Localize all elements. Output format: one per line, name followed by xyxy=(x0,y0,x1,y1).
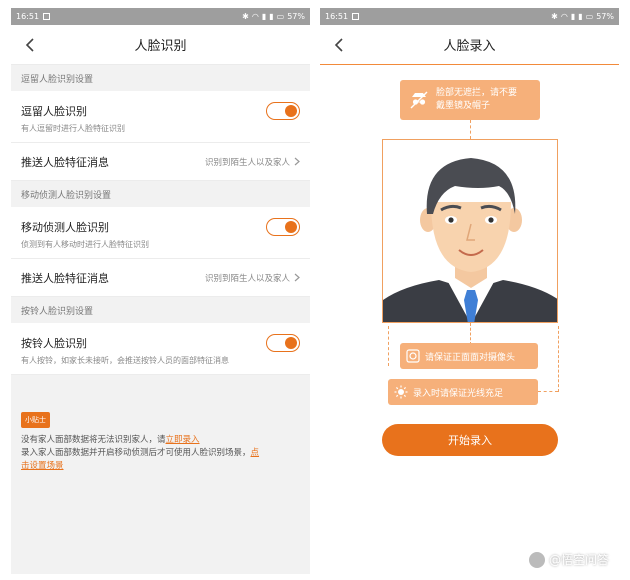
motion-face-recognition-row: 移动侦测人脸识别 侦测到有人移动时进行人脸特征识别 xyxy=(11,207,310,259)
signal-icon: ▮ xyxy=(570,12,576,21)
hint-lighting: 录入时请保证光线充足 xyxy=(388,379,538,405)
back-button[interactable] xyxy=(19,34,41,56)
watermark-logo-icon xyxy=(528,551,545,568)
notification-icon xyxy=(352,13,360,20)
connector-line xyxy=(388,326,389,366)
status-time: 16:51 xyxy=(325,12,349,21)
tips-badge: 小贴士 xyxy=(21,412,50,428)
row-subtitle: 有人按铃，如家长未接听，会推送按铃人员的面部特征消息 xyxy=(21,356,229,365)
wifi-icon: ◠ xyxy=(560,12,568,21)
row-subtitle: 侦测到有人移动时进行人脸特征识别 xyxy=(21,240,149,249)
signal-icon: ▮ xyxy=(261,12,267,21)
set-scene-link-part-a[interactable]: 点 xyxy=(251,448,260,458)
face-enrollment-screen: 16:51 ✱ ◠ ▮ ▮ ▭ 57% 人脸录入 脸部无遮拦，请不要 戴墨镜及帽… xyxy=(320,8,619,574)
tip-line-1: 没有家人面部数据将无法识别家人，请立即录入 xyxy=(21,434,300,447)
connector-line xyxy=(470,323,471,345)
row-title: 推送人脸特征消息 xyxy=(21,155,109,169)
section-header-linger: 逗留人脸识别设置 xyxy=(11,65,310,91)
signal-icon-2: ▮ xyxy=(578,12,583,21)
status-bar: 16:51 ✱ ◠ ▮ ▮ ▭ 57% xyxy=(320,8,619,25)
hint-no-obstruction: 脸部无遮拦，请不要 戴墨镜及帽子 xyxy=(400,80,540,120)
toggle-knob xyxy=(285,220,297,233)
row-value: 识别到陌生人以及家人 xyxy=(204,273,290,284)
tip-text: 录入家人面部数据并开启移动侦测后才可使用人脸识别场景， xyxy=(21,448,251,458)
row-value: 识别到陌生人以及家人 xyxy=(204,157,290,168)
wifi-icon: ◠ xyxy=(251,12,259,21)
hint-text: 录入时请保证光线充足 xyxy=(413,388,504,399)
row-title: 逗留人脸识别 xyxy=(21,105,87,118)
battery-icon: ▭ xyxy=(585,12,594,21)
bluetooth-icon: ✱ xyxy=(551,12,558,21)
signal-icon-2: ▮ xyxy=(269,12,274,21)
doorbell-face-recognition-row: 按铃人脸识别 有人按铃，如家长未接听，会推送按铃人员的面部特征消息 xyxy=(11,323,310,375)
push-face-message-row-1[interactable]: 推送人脸特征消息 识别到陌生人以及家人 xyxy=(11,143,310,181)
motion-face-recognition-toggle[interactable] xyxy=(266,218,300,236)
enroll-now-link[interactable]: 立即录入 xyxy=(166,435,200,445)
toggle-knob xyxy=(285,336,297,349)
battery-level: 57% xyxy=(596,12,614,21)
set-scene-link-part-b[interactable]: 击设置场景 xyxy=(21,461,64,471)
notification-icon xyxy=(43,13,51,20)
status-time: 16:51 xyxy=(16,12,40,21)
start-enrollment-button[interactable]: 开始录入 xyxy=(382,424,558,456)
hint-text-line-1: 脸部无遮拦，请不要 xyxy=(436,88,518,98)
tip-line-2: 录入家人面部数据并开启移动侦测后才可使用人脸识别场景，点 xyxy=(21,447,300,460)
hint-text: 请保证正面面对摄像头 xyxy=(425,352,516,363)
tip-text: 没有家人面部数据将无法识别家人，请 xyxy=(21,435,166,445)
connector-line xyxy=(558,326,559,392)
page-title: 人脸录入 xyxy=(443,39,496,54)
back-arrow-icon xyxy=(334,38,343,52)
chevron-right-icon xyxy=(294,273,300,282)
chevron-right-icon xyxy=(294,157,300,166)
connector-line xyxy=(470,120,471,139)
back-button[interactable] xyxy=(328,34,350,56)
camera-icon xyxy=(406,349,420,363)
page-title: 人脸识别 xyxy=(134,39,187,54)
row-subtitle: 有人逗留时进行人脸特征识别 xyxy=(21,124,125,133)
status-bar: 16:51 ✱ ◠ ▮ ▮ ▭ 57% xyxy=(11,8,310,25)
hint-face-camera: 请保证正面面对摄像头 xyxy=(400,343,538,369)
bluetooth-icon: ✱ xyxy=(242,12,249,21)
toggle-knob xyxy=(285,104,297,117)
face-capture-frame xyxy=(382,139,558,323)
sun-icon xyxy=(394,385,408,399)
row-value-group: 识别到陌生人以及家人 xyxy=(205,156,300,168)
push-face-message-row-2[interactable]: 推送人脸特征消息 识别到陌生人以及家人 xyxy=(11,259,310,297)
tips-box: 小贴士 没有家人面部数据将无法识别家人，请立即录入 录入家人面部数据并开启移动侦… xyxy=(11,399,310,481)
linger-face-recognition-toggle[interactable] xyxy=(266,102,300,120)
screenshot-stage: 16:51 ✱ ◠ ▮ ▮ ▭ 57% 人脸识别 逗留人脸识别设置 逗留人脸识别… xyxy=(0,0,630,580)
face-recognition-settings-screen: 16:51 ✱ ◠ ▮ ▮ ▭ 57% 人脸识别 逗留人脸识别设置 逗留人脸识别… xyxy=(11,8,310,574)
hint-text-line-2: 戴墨镜及帽子 xyxy=(436,101,491,111)
section-header-motion: 移动侦测人脸识别设置 xyxy=(11,181,310,207)
back-arrow-icon xyxy=(25,38,34,52)
row-title: 推送人脸特征消息 xyxy=(21,271,109,285)
sunglasses-hat-icon xyxy=(409,90,429,110)
battery-level: 57% xyxy=(287,12,305,21)
hint-text-group: 脸部无遮拦，请不要 戴墨镜及帽子 xyxy=(436,87,517,113)
title-bar: 人脸识别 xyxy=(11,25,310,65)
doorbell-face-recognition-toggle[interactable] xyxy=(266,334,300,352)
battery-icon: ▭ xyxy=(276,12,285,21)
watermark-text: @悟空问答 xyxy=(548,553,609,567)
connector-line xyxy=(538,391,558,392)
linger-face-recognition-row: 逗留人脸识别 有人逗留时进行人脸特征识别 xyxy=(11,91,310,143)
face-avatar-illustration xyxy=(383,158,557,322)
section-header-doorbell: 按铃人脸识别设置 xyxy=(11,297,310,323)
watermark: @悟空问答 xyxy=(528,551,609,568)
tip-line-3: 击设置场景 xyxy=(21,460,300,473)
title-bar: 人脸录入 xyxy=(320,25,619,65)
row-title: 移动侦测人脸识别 xyxy=(21,221,109,234)
row-title: 按铃人脸识别 xyxy=(21,337,87,350)
row-value-group: 识别到陌生人以及家人 xyxy=(205,272,300,284)
